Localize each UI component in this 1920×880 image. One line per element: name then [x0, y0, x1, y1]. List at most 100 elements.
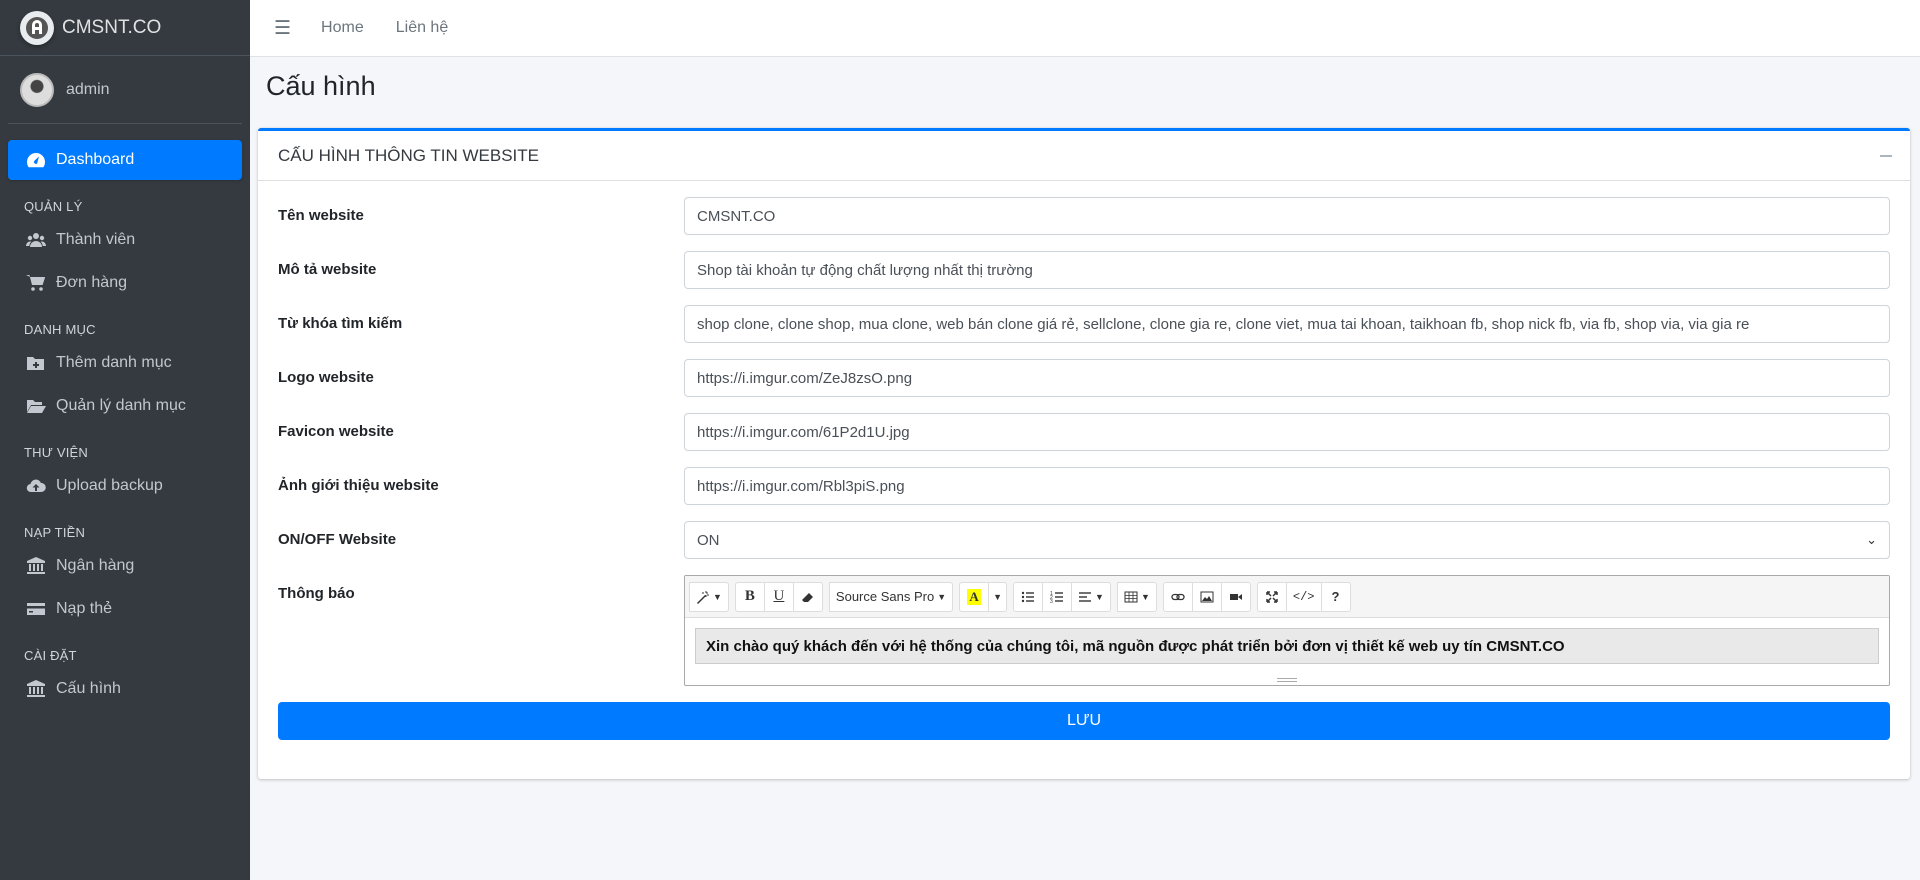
nav-link-lien-he[interactable]: Liên hệ [396, 19, 449, 37]
field-label: Ảnh giới thiệu website [278, 477, 439, 494]
field-label: Thông báo [278, 585, 355, 602]
text-color-button[interactable]: A [959, 581, 990, 612]
notice-rich-text-editor: ▼ B U Source Sans Pro ▼ A ▼ 1 2 3 ▼ ▼ </… [684, 575, 1890, 686]
sidebar-item-don-hang[interactable]: Đơn hàng [8, 263, 242, 303]
cart-icon [24, 274, 48, 292]
code-icon: </> [1292, 589, 1315, 604]
unordered-list-button[interactable] [1013, 581, 1044, 612]
user-name[interactable]: admin [66, 81, 110, 99]
sidebar-item-label: Quản lý danh mục [56, 397, 186, 414]
top-navbar: ☰ Home Liên hệ [250, 0, 1920, 57]
folder-open-icon [24, 397, 48, 415]
list-ul-icon [1021, 591, 1035, 602]
picture-button[interactable] [1191, 581, 1222, 612]
eraser-icon [801, 592, 813, 602]
nav-header-cai-dat: CÀI ĐẶT [24, 648, 77, 663]
expand-icon [1266, 590, 1278, 603]
nav-link-home[interactable]: Home [321, 19, 364, 37]
folder-plus-icon [24, 354, 48, 372]
keywords-input[interactable]: shop clone, clone shop, mua clone, web b… [684, 305, 1890, 343]
color-dropdown-button[interactable]: ▼ [988, 581, 1008, 612]
video-button[interactable] [1220, 581, 1251, 612]
underline-button[interactable]: U [763, 581, 794, 612]
eraser-button[interactable] [792, 581, 823, 612]
paragraph-align-dropdown[interactable]: ▼ [1071, 581, 1111, 612]
sidebar-item-label: Thêm danh mục [56, 354, 172, 371]
nav-header-danh-muc: DANH MỤC [24, 322, 96, 337]
favicon-url-input[interactable]: https://i.imgur.com/61P2d1U.jpg [684, 413, 1890, 451]
sidebar-item-dashboard[interactable]: Dashboard [8, 140, 242, 180]
help-button[interactable]: ? [1320, 581, 1351, 612]
users-icon [24, 231, 48, 249]
magic-wand-icon [697, 590, 709, 604]
nav-header-nap-tien: NẠP TIỀN [24, 525, 86, 540]
brand-logo-icon [20, 10, 54, 45]
avatar [20, 72, 54, 107]
sidebar-item-nap-the[interactable]: Nạp thẻ [8, 589, 242, 629]
card-title: CẤU HÌNH THÔNG TIN WEBSITE [278, 145, 540, 165]
sidebar-item-ngan-hang[interactable]: Ngân hàng [8, 546, 242, 586]
website-description-input[interactable]: Shop tài khoản tự động chất lượng nhất t… [684, 251, 1890, 289]
svg-text:3: 3 [1050, 599, 1053, 604]
nav-header-thu-vien: THƯ VIỆN [24, 445, 88, 460]
user-panel[interactable]: admin [8, 56, 242, 124]
sidebar-item-quan-ly-danh-muc[interactable]: Quản lý danh mục [8, 386, 242, 426]
sidebar-item-upload-backup[interactable]: Upload backup [8, 466, 242, 506]
nav-header-quan-ly: QUẢN LÝ [24, 199, 83, 214]
form-row-ten-website: Tên website CMSNT.CO [278, 197, 1890, 235]
form-row-favicon: Favicon website https://i.imgur.com/61P2… [278, 413, 1890, 451]
field-label: ON/OFF Website [278, 531, 397, 548]
field-label: Từ khóa tìm kiếm [278, 315, 403, 332]
sidebar-nav: Dashboard QUẢN LÝ Thành viên Đơn hàng DA… [0, 124, 250, 709]
bank-icon [24, 680, 48, 698]
fullscreen-button[interactable] [1256, 581, 1287, 612]
link-icon [1171, 593, 1185, 600]
notice-text[interactable]: Xin chào quý khách đến với hệ thống của … [695, 628, 1879, 664]
sidebar-item-label: Upload backup [56, 477, 163, 494]
form-row-anh-gioi-thieu: Ảnh giới thiệu website https://i.imgur.c… [278, 467, 1890, 505]
tachometer-icon [24, 151, 48, 169]
website-name-input[interactable]: CMSNT.CO [684, 197, 1890, 235]
chevron-down-icon: ⌄ [1866, 532, 1877, 547]
video-icon [1229, 593, 1242, 600]
brand-name: CMSNT.CO [62, 16, 162, 38]
website-status-select[interactable]: ON ⌄ [684, 521, 1890, 559]
form-row-on-off: ON/OFF Website ON ⌄ [278, 521, 1890, 559]
sidebar-item-thanh-vien[interactable]: Thành viên [8, 220, 242, 260]
form-row-logo: Logo website https://i.imgur.com/ZeJ8zsO… [278, 359, 1890, 397]
brand-link[interactable]: CMSNT.CO [0, 0, 250, 56]
font-family-dropdown[interactable]: Source Sans Pro ▼ [828, 581, 954, 612]
editor-content-area[interactable]: Xin chào quý khách đến với hệ thống của … [685, 618, 1889, 673]
field-label: Logo website [278, 369, 374, 386]
sidebar-item-label: Cấu hình [56, 680, 121, 697]
table-dropdown[interactable]: ▼ [1116, 581, 1157, 612]
intro-image-url-input[interactable]: https://i.imgur.com/Rbl3piS.png [684, 467, 1890, 505]
field-label: Tên website [278, 207, 364, 224]
code-view-button[interactable]: </> [1285, 581, 1322, 612]
field-label: Favicon website [278, 423, 394, 440]
bank-icon [24, 557, 48, 575]
ordered-list-button[interactable]: 123 [1042, 581, 1073, 612]
link-button[interactable] [1162, 581, 1193, 612]
save-button[interactable]: LƯU [278, 702, 1890, 740]
sidebar-item-them-danh-muc[interactable]: Thêm danh mục [8, 343, 242, 383]
style-magic-button[interactable]: ▼ [689, 581, 729, 612]
form-row-mo-ta: Mô tả website Shop tài khoản tự động chấ… [278, 251, 1890, 289]
bold-button[interactable]: B [734, 581, 765, 612]
sidebar-item-label: Dashboard [56, 151, 135, 168]
editor-toolbar: ▼ B U Source Sans Pro ▼ A ▼ 1 2 3 ▼ ▼ </… [685, 576, 1889, 618]
logo-url-input[interactable]: https://i.imgur.com/ZeJ8zsO.png [684, 359, 1890, 397]
align-left-icon [1079, 591, 1092, 602]
page-title: Cấu hình [266, 71, 376, 101]
hamburger-menu-icon[interactable]: ☰ [274, 17, 291, 40]
picture-icon [1200, 591, 1214, 602]
credit-card-icon [24, 600, 48, 618]
sidebar-item-cau-hinh[interactable]: Cấu hình [8, 669, 242, 709]
settings-card: CẤU HÌNH THÔNG TIN WEBSITE Tên website C… [258, 128, 1910, 779]
main-content: Cấu hình CẤU HÌNH THÔNG TIN WEBSITE Tên … [250, 57, 1920, 779]
form-row-thong-bao: Thông báo ▼ B U Source Sans Pro ▼ A ▼ 1 … [278, 575, 1890, 686]
sidebar-item-label: Đơn hàng [56, 274, 127, 291]
highlight-a-icon: A [967, 588, 981, 605]
editor-resize-handle[interactable] [685, 673, 1889, 686]
collapse-icon[interactable] [1880, 154, 1892, 157]
